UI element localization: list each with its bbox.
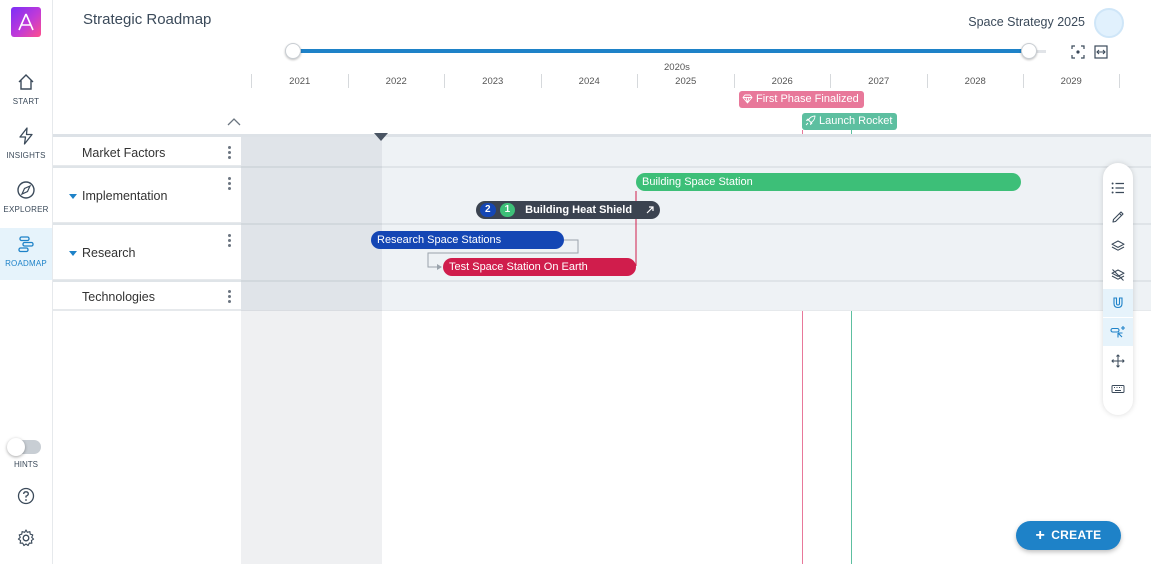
subitem-count-badge: 1 [499, 203, 516, 217]
tool-add-pointer[interactable] [1103, 318, 1133, 346]
pencil-icon [1112, 211, 1124, 223]
tool-list[interactable] [1103, 174, 1133, 202]
layers-off-icon [1111, 269, 1125, 281]
bar-label: Research Space Stations [377, 234, 502, 246]
tool-magnet[interactable] [1103, 289, 1133, 317]
bar-label: Building Heat Shield [525, 204, 633, 216]
plus-icon: + [1035, 527, 1046, 544]
bar-label: Test Space Station On Earth [449, 261, 588, 273]
tool-layers[interactable] [1103, 232, 1133, 260]
tool-panel [1103, 163, 1133, 415]
tool-layers-off[interactable] [1103, 261, 1133, 289]
keyboard-icon [1111, 385, 1125, 393]
bar-label: Building Space Station [642, 176, 753, 188]
create-button-label: CREATE [1051, 528, 1102, 542]
external-link-icon[interactable] [645, 205, 655, 215]
bar-building-heat-shield[interactable]: 2 1 Building Heat Shield [476, 201, 660, 219]
list-icon [1111, 182, 1124, 194]
bar-test-space-station-on-earth[interactable]: Test Space Station On Earth [443, 258, 636, 276]
bar-building-space-station[interactable]: Building Space Station [636, 173, 1021, 191]
dependency-count-badge: 2 [480, 203, 496, 217]
pointer-add-icon [1110, 326, 1125, 338]
layers-icon [1111, 240, 1125, 251]
dependency-connectors [427, 191, 637, 270]
tool-edit[interactable] [1103, 203, 1133, 231]
tool-keyboard[interactable] [1103, 375, 1133, 403]
tool-move[interactable] [1103, 347, 1133, 375]
magnet-icon [1113, 297, 1123, 309]
bar-research-space-stations[interactable]: Research Space Stations [371, 231, 564, 249]
create-button[interactable]: + CREATE [1016, 521, 1121, 550]
move-icon [1111, 354, 1125, 368]
